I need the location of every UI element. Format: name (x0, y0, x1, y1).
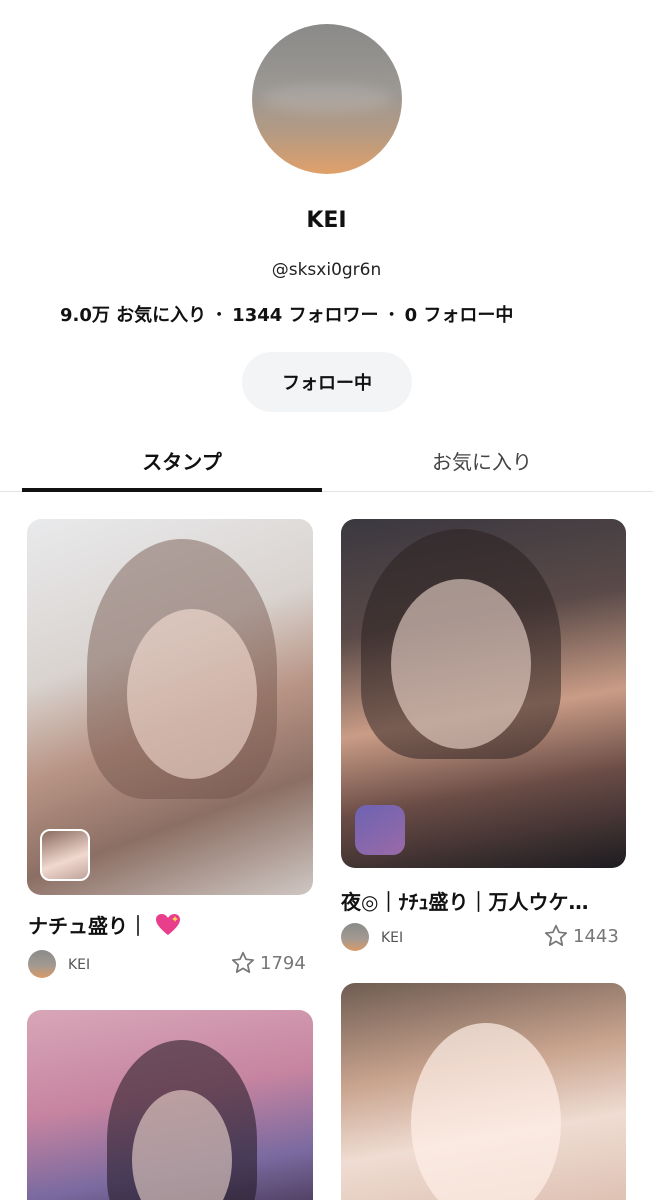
sticker-title[interactable]: ナチュ盛り｜ (28, 910, 312, 939)
photo-face-shape (411, 1023, 561, 1200)
followers-count[interactable]: 1344 (232, 305, 282, 326)
profile-handle: @sksxi0gr6n (271, 260, 382, 280)
like-count-value: 1443 (573, 925, 619, 947)
following-label[interactable]: フォロー中 (423, 305, 513, 326)
sparkling-heart-icon (155, 914, 180, 935)
source-thumbnail (40, 829, 90, 881)
author-avatar[interactable] (28, 950, 56, 978)
tab-favorites[interactable]: お気に入り (322, 446, 642, 475)
followers-label[interactable]: フォロワー (289, 305, 379, 326)
stats-separator: ・ (382, 305, 401, 326)
star-icon[interactable] (543, 923, 569, 949)
like-count[interactable]: 1794 (230, 950, 306, 976)
sticker-title[interactable]: 夜◎｜ﾅﾁｭ盛り｜万人ウケ… (341, 886, 625, 915)
sticker-thumbnail[interactable] (27, 1010, 313, 1200)
like-count[interactable]: 1443 (543, 923, 619, 949)
sticker-thumbnail[interactable] (341, 983, 626, 1200)
profile-stats: 9.0万 お気に入り・ 1344 フォロワー・ 0 フォロー中 (60, 301, 513, 327)
photo-face-shape (127, 609, 257, 779)
author-name[interactable]: KEI (381, 930, 403, 946)
sticker-title-text: ナチュ盛り｜ (28, 914, 148, 938)
favorites-count: 9.0万 (60, 305, 110, 326)
profile-display-name: KEI (306, 208, 347, 233)
following-count[interactable]: 0 (405, 305, 418, 326)
like-count-value: 1794 (260, 952, 306, 974)
tab-stamps[interactable]: スタンプ (22, 446, 342, 475)
author-avatar[interactable] (341, 923, 369, 951)
follow-button[interactable]: フォロー中 (242, 352, 412, 412)
author-name[interactable]: KEI (68, 957, 90, 973)
photo-face-shape (391, 579, 531, 749)
active-tab-indicator (22, 488, 322, 492)
star-icon[interactable] (230, 950, 256, 976)
profile-avatar[interactable] (252, 24, 402, 174)
favorites-label: お気に入り (116, 305, 207, 326)
stats-separator: ・ (210, 305, 229, 326)
source-thumbnail (355, 805, 405, 855)
